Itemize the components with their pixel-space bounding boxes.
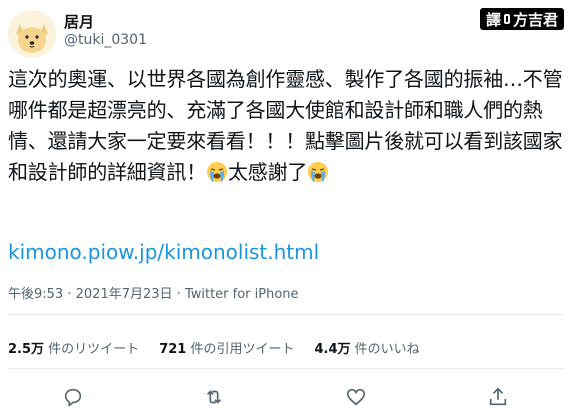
retweet-label: 件のリツイート [48, 342, 140, 357]
tweet-link[interactable]: kimono.piow.jp/kimonolist.html [8, 240, 319, 264]
divider [8, 314, 564, 315]
quote-label: 件の引用ツイート [190, 342, 295, 357]
watermark-left: 譯 [485, 10, 501, 29]
tweet-stats: 2.5万 件のリツイート 721 件の引用ツイート 4.4万 件のいいね [8, 338, 420, 357]
tweet-meta: 午後9:53 · 2021年7月23日 · Twitter for iPhone [8, 283, 299, 302]
user-handle[interactable]: @tuki_0301 [64, 32, 147, 48]
tweet-time[interactable]: 午後9:53 [8, 287, 63, 302]
meta-separator: · [67, 287, 72, 302]
watermark-right: 方吉君 [512, 10, 558, 29]
quote-stat[interactable]: 721 件の引用ツイート [159, 338, 294, 357]
retweet-icon[interactable] [203, 386, 225, 408]
retweet-count: 2.5万 [8, 342, 45, 357]
meta-separator: · [176, 287, 181, 302]
loudly-crying-face-icon [207, 162, 227, 182]
like-label: 件のいいね [354, 342, 420, 357]
like-count: 4.4万 [314, 342, 351, 357]
watermark-separator-icon [503, 14, 510, 24]
like-stat[interactable]: 4.4万 件のいいね [314, 338, 419, 357]
avatar-dog-illustration-icon [8, 10, 56, 58]
reply-icon[interactable] [62, 386, 84, 408]
divider [8, 368, 564, 369]
share-icon[interactable] [487, 386, 509, 408]
tweet-actions [0, 386, 572, 408]
tweet-text: 這次的奧運、以世界各國為創作靈感、製作了各國的振袖…不管哪件都是超漂亮的、充滿了… [8, 64, 566, 188]
translator-watermark: 譯 方吉君 [479, 8, 564, 30]
tweet-date[interactable]: 2021年7月23日 [76, 287, 173, 302]
like-icon[interactable] [345, 386, 367, 408]
loudly-crying-face-icon [308, 162, 329, 182]
retweet-stat[interactable]: 2.5万 件のリツイート [8, 338, 139, 357]
quote-count: 721 [159, 342, 187, 357]
tweet-text-thanks: 太感謝了 [228, 160, 308, 184]
avatar[interactable] [8, 10, 56, 58]
display-name[interactable]: 居月 [64, 11, 94, 32]
tweet-source[interactable]: Twitter for iPhone [185, 287, 299, 302]
